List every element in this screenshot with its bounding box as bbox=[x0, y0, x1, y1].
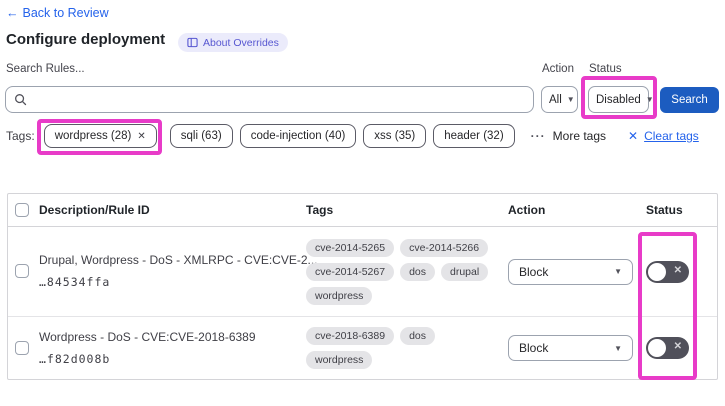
table-header-row: Description/Rule ID Tags Action Status bbox=[8, 194, 717, 227]
row-checkbox[interactable] bbox=[15, 264, 29, 279]
remove-tag-icon[interactable]: ✕ bbox=[137, 131, 145, 142]
column-header-tags: Tags bbox=[306, 203, 334, 217]
rule-description: Drupal, Wordpress - DoS - XMLRPC - CVE:C… bbox=[39, 253, 318, 268]
about-overrides-label: About Overrides bbox=[203, 36, 279, 49]
column-header-status: Status bbox=[646, 203, 683, 217]
rule-tags: cve-2018-6389 dos wordpress bbox=[306, 327, 500, 369]
column-header-description: Description/Rule ID bbox=[39, 203, 150, 217]
tag-chip-wordpress-selected[interactable]: wordpress (28) ✕ bbox=[43, 124, 157, 148]
tag-chip-label: header (32) bbox=[444, 130, 504, 142]
tag-pill: cve-2014-5265 bbox=[306, 238, 395, 257]
status-filter-select[interactable]: Disabled ▼ bbox=[588, 86, 654, 113]
action-label: Action bbox=[542, 63, 574, 75]
clear-icon: ✕ bbox=[628, 129, 639, 143]
tag-chip-label: code-injection (40) bbox=[250, 130, 346, 142]
clear-tags-label: Clear tags bbox=[644, 129, 699, 143]
more-tags-button[interactable]: ··· More tags bbox=[531, 129, 606, 143]
status-toggle-off[interactable]: ✕ bbox=[646, 337, 689, 359]
tag-pill: wordpress bbox=[306, 351, 373, 369]
action-filter-value: All bbox=[549, 93, 562, 106]
action-select[interactable]: Block ▼ bbox=[508, 335, 633, 361]
configure-deployment-page: ← Back to Review Configure deployment Abo… bbox=[0, 0, 725, 406]
rule-id: …f82d008b bbox=[39, 351, 111, 366]
tag-chip-label: wordpress (28) bbox=[54, 130, 132, 142]
tag-pill: dos bbox=[400, 262, 435, 281]
search-rules-input[interactable] bbox=[5, 86, 534, 113]
status-label: Status bbox=[589, 63, 622, 75]
tag-chip-label: xss (35) bbox=[374, 130, 416, 142]
toggle-knob bbox=[648, 339, 666, 357]
chevron-down-icon: ▼ bbox=[566, 95, 575, 104]
chevron-down-icon: ▼ bbox=[614, 343, 622, 353]
tag-chip-header[interactable]: header (32) bbox=[433, 124, 515, 148]
select-all-checkbox[interactable] bbox=[15, 203, 29, 218]
tag-chip-label: sqli (63) bbox=[180, 130, 222, 142]
more-tags-label: More tags bbox=[552, 129, 607, 143]
tag-pill: wordpress bbox=[306, 286, 373, 305]
tag-pill: dos bbox=[400, 327, 435, 345]
column-header-action: Action bbox=[508, 203, 546, 217]
rule-description: Wordpress - DoS - CVE:CVE-2018-6389 bbox=[39, 329, 256, 344]
action-filter-select[interactable]: All ▼ bbox=[541, 86, 578, 113]
tag-chip-xss[interactable]: xss (35) bbox=[363, 124, 427, 148]
search-button[interactable]: Search bbox=[660, 87, 719, 113]
rule-tags: cve-2014-5265 cve-2014-5266 cve-2014-526… bbox=[306, 238, 500, 305]
action-select[interactable]: Block ▼ bbox=[508, 258, 633, 285]
tag-pill: drupal bbox=[441, 262, 489, 281]
tag-pill: cve-2014-5267 bbox=[306, 262, 395, 281]
search-rules-label: Search Rules... bbox=[6, 63, 85, 75]
tag-chip-code-injection[interactable]: code-injection (40) bbox=[239, 124, 357, 148]
tags-bar-label: Tags: bbox=[6, 129, 35, 143]
action-select-value: Block bbox=[519, 341, 549, 355]
back-arrow-icon: ← bbox=[6, 6, 19, 20]
chevron-down-icon: ▼ bbox=[614, 267, 622, 276]
tag-pill: cve-2014-5266 bbox=[400, 238, 489, 257]
ellipsis-icon: ··· bbox=[530, 129, 546, 143]
tag-pill: cve-2018-6389 bbox=[306, 327, 395, 345]
toggle-off-icon: ✕ bbox=[673, 341, 682, 352]
about-overrides-badge[interactable]: About Overrides bbox=[178, 33, 288, 52]
back-link-label: Back to Review bbox=[22, 6, 109, 20]
table-row: Wordpress - DoS - CVE:CVE-2018-6389 …f82… bbox=[8, 317, 717, 379]
chevron-down-icon: ▼ bbox=[645, 95, 654, 104]
status-toggle-off[interactable]: ✕ bbox=[646, 260, 689, 283]
back-to-review-link[interactable]: ← Back to Review bbox=[6, 6, 109, 20]
book-icon bbox=[187, 37, 198, 48]
toggle-knob bbox=[648, 262, 666, 281]
rule-id: …84534ffa bbox=[39, 275, 111, 290]
action-select-value: Block bbox=[519, 264, 549, 279]
search-icon bbox=[14, 93, 27, 106]
toggle-off-icon: ✕ bbox=[673, 264, 682, 276]
clear-tags-link[interactable]: ✕ Clear tags bbox=[628, 129, 699, 143]
page-title: Configure deployment bbox=[6, 31, 166, 48]
row-checkbox[interactable] bbox=[15, 340, 29, 355]
tags-bar: Tags: wordpress (28) ✕ sqli (63) code-in… bbox=[6, 124, 699, 148]
status-filter-value: Disabled bbox=[596, 93, 641, 106]
rules-table: Description/Rule ID Tags Action Status D… bbox=[7, 193, 718, 380]
table-row: Drupal, Wordpress - DoS - XMLRPC - CVE:C… bbox=[8, 227, 717, 317]
tag-chip-sqli[interactable]: sqli (63) bbox=[169, 124, 233, 148]
